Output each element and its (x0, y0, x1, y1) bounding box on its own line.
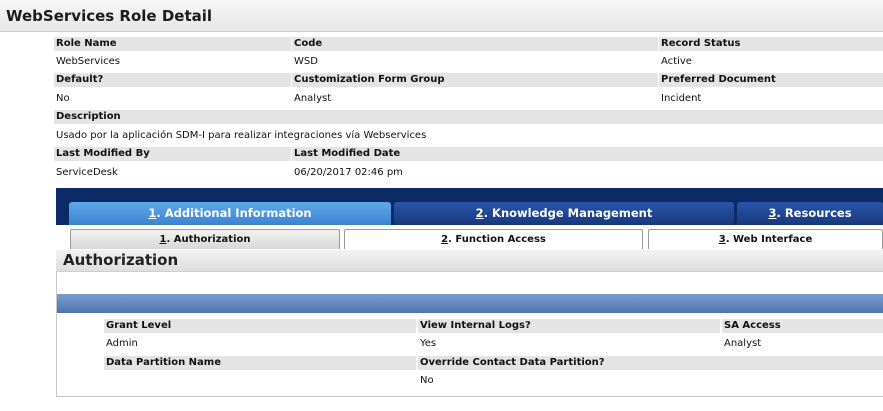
code-label: Code (292, 37, 658, 51)
preferred-document-value: Incident (661, 93, 702, 104)
sa-access-label: SA Access (722, 319, 883, 333)
tab-accesskey: 2 (475, 206, 484, 220)
grant-level-label: Grant Level (104, 319, 416, 333)
override-contact-data-partition-value: No (420, 375, 434, 386)
preferred-document-label: Preferred Document (659, 73, 883, 87)
role-name-value: WebServices (56, 56, 120, 67)
section-band (57, 294, 883, 313)
description-value: Usado por la aplicación SDM-I para reali… (56, 130, 427, 141)
tab-knowledge-management[interactable]: 2. Knowledge Management (394, 202, 734, 225)
tab-additional-information[interactable]: 1. Additional Information (69, 202, 391, 225)
tab-label: . Additional Information (156, 206, 312, 220)
panel-header (56, 250, 883, 272)
last-modified-by-value: ServiceDesk (56, 167, 118, 178)
page-title: WebServices Role Detail (6, 7, 213, 25)
view-internal-logs-value: Yes (420, 338, 437, 349)
tab-label: . Resources (776, 206, 852, 220)
last-modified-date-label: Last Modified Date (292, 147, 883, 161)
override-contact-data-partition-label: Override Contact Data Partition? (418, 356, 883, 370)
subtab-label: . Function Access (448, 234, 546, 245)
subtab-label: . Authorization (166, 234, 251, 245)
view-internal-logs-label: View Internal Logs? (418, 319, 720, 333)
grant-level-value: Admin (106, 338, 138, 349)
data-partition-name-value (104, 374, 106, 388)
record-status-label: Record Status (659, 37, 883, 51)
tab-resources[interactable]: 3. Resources (737, 202, 883, 225)
title-bar: WebServices Role Detail (0, 0, 883, 32)
sa-access-value: Analyst (724, 338, 762, 349)
data-partition-name-label: Data Partition Name (104, 356, 416, 370)
role-name-label: Role Name (54, 37, 291, 51)
subtab-web-interface[interactable]: 3. Web Interface (648, 229, 883, 249)
last-modified-date-value: 06/20/2017 02:46 pm (294, 167, 403, 178)
customization-form-group-value: Analyst (294, 93, 332, 104)
default-label: Default? (54, 73, 291, 87)
panel-title: Authorization (63, 251, 179, 269)
customization-form-group-label: Customization Form Group (292, 73, 658, 87)
last-modified-by-label: Last Modified By (54, 147, 291, 161)
record-status-value: Active (661, 56, 692, 67)
code-value: WSD (294, 56, 318, 67)
subtab-authorization[interactable]: 1. Authorization (70, 229, 340, 249)
description-label: Description (54, 110, 883, 124)
subtab-function-access[interactable]: 2. Function Access (344, 229, 643, 249)
subtab-label: . Web Interface (725, 234, 813, 245)
tab-label: . Knowledge Management (483, 206, 653, 220)
default-value: No (56, 93, 70, 104)
subtab-accesskey: 3 (718, 234, 726, 245)
